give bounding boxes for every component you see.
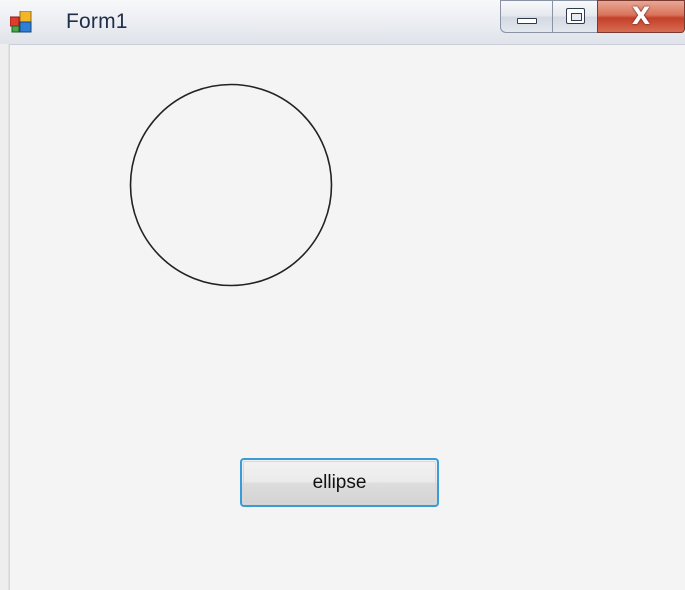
form1-window: Form1 X ellipse <box>0 0 685 590</box>
ellipse-button[interactable]: ellipse <box>240 458 439 507</box>
drawn-circle <box>129 83 333 287</box>
